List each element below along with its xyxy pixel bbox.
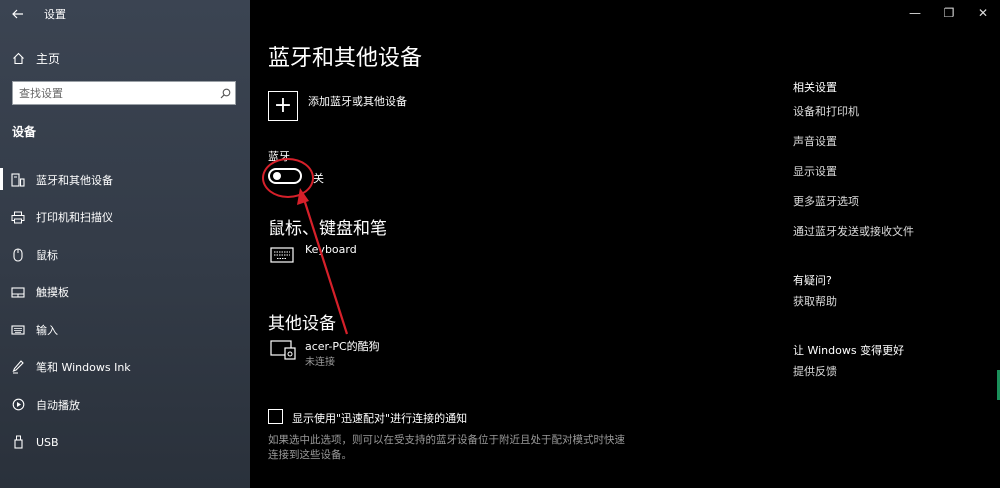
help-link[interactable]: 获取帮助 [793, 291, 993, 313]
nav-item-printers[interactable]: 打印机和扫描仪 [0, 199, 250, 237]
nav-item-label: 鼠标 [36, 248, 58, 262]
nav-item-label: 自动播放 [36, 398, 80, 412]
nav-item-label: 蓝牙和其他设备 [36, 173, 113, 187]
minimize-button[interactable]: — [898, 0, 932, 26]
nav-item-label: 输入 [36, 323, 58, 337]
help-title: 有疑问? [793, 274, 832, 287]
window-controls: — ❐ ✕ [898, 0, 1000, 26]
home-nav-item[interactable]: 主页 [0, 44, 250, 72]
nav-item-label: 打印机和扫描仪 [36, 211, 113, 225]
restore-icon: ❐ [943, 6, 955, 20]
home-label: 主页 [36, 51, 61, 66]
touchpad-icon [0, 287, 36, 298]
keyboard-icon [270, 247, 294, 267]
usb-icon [0, 435, 36, 449]
nav-item-touchpad[interactable]: 触摸板 [0, 274, 250, 312]
close-button[interactable]: ✕ [966, 0, 1000, 26]
related-link[interactable]: 通过蓝牙发送或接收文件 [793, 217, 993, 247]
related-link[interactable]: 声音设置 [793, 127, 993, 157]
app-title: 设置 [44, 8, 66, 21]
media-device-icon [270, 340, 296, 364]
search-input[interactable] [13, 83, 215, 103]
add-device-button[interactable]: + [268, 91, 298, 121]
feedback-title: 让 Windows 变得更好 [793, 344, 905, 357]
related-settings-panel: 相关设置 设备和打印机 声音设置 显示设置 更多蓝牙选项 通过蓝牙发送或接收文件… [793, 78, 993, 383]
pen-icon [0, 360, 36, 374]
annotation-circle [262, 158, 314, 198]
page-title: 蓝牙和其他设备 [268, 46, 423, 71]
search-icon[interactable] [215, 88, 235, 99]
keyboard-icon [0, 325, 36, 335]
device-status: 未连接 [305, 357, 335, 368]
related-link[interactable]: 显示设置 [793, 157, 993, 187]
nav-item-typing[interactable]: 输入 [0, 311, 250, 349]
printer-icon [0, 211, 36, 224]
swift-pair-checkbox[interactable] [268, 409, 283, 424]
add-device-label[interactable]: 添加蓝牙或其他设备 [308, 93, 407, 109]
related-settings-title: 相关设置 [793, 81, 837, 94]
bluetooth-state: 关 [313, 172, 324, 185]
nav-item-autoplay[interactable]: 自动播放 [0, 386, 250, 424]
swift-pair-description: 如果选中此选项，则可以在受支持的蓝牙设备位于附近且处于配对模式时快速连接到这些设… [268, 434, 625, 461]
nav-item-pen[interactable]: 笔和 Windows Ink [0, 349, 250, 387]
section-title: 设备 [12, 125, 37, 139]
nav-item-usb[interactable]: USB [0, 424, 250, 462]
home-icon [0, 52, 36, 65]
nav-item-label: 触摸板 [36, 286, 69, 300]
feedback-link[interactable]: 提供反馈 [793, 361, 993, 383]
other-devices-title: 其他设备 [268, 314, 336, 334]
minimize-icon: — [909, 6, 921, 20]
mouse-keyboard-pen-title: 鼠标、键盘和笔 [268, 219, 387, 239]
title-bar: 设置 [0, 0, 250, 28]
related-link[interactable]: 更多蓝牙选项 [793, 187, 993, 217]
nav-item-bluetooth[interactable]: 蓝牙和其他设备 [0, 161, 250, 199]
mouse-icon [0, 248, 36, 262]
related-link[interactable]: 设备和打印机 [793, 97, 993, 127]
nav-item-mouse[interactable]: 鼠标 [0, 236, 250, 274]
nav-item-label: 笔和 Windows Ink [36, 361, 131, 375]
swift-pair-label[interactable]: 显示使用"迅速配对"进行连接的通知 [292, 410, 467, 426]
bluetooth-devices-icon [0, 173, 36, 187]
autoplay-icon [0, 398, 36, 411]
close-icon: ✕ [977, 6, 989, 20]
device-name[interactable]: Keyboard [305, 243, 357, 256]
nav-item-label: USB [36, 435, 59, 449]
plus-icon: + [273, 93, 293, 118]
back-button[interactable] [0, 0, 36, 28]
maximize-button[interactable]: ❐ [932, 0, 966, 26]
back-arrow-icon [12, 9, 23, 19]
device-name[interactable]: acer-PC的酷狗 [305, 338, 380, 354]
nav-list: 蓝牙和其他设备 打印机和扫描仪 鼠标 触摸板 输入 笔和 Windows Ink… [0, 161, 250, 461]
sidebar: 设置 主页 设备 蓝牙和其他设备 打印机和扫描仪 [0, 0, 250, 488]
search-box[interactable] [12, 81, 236, 105]
